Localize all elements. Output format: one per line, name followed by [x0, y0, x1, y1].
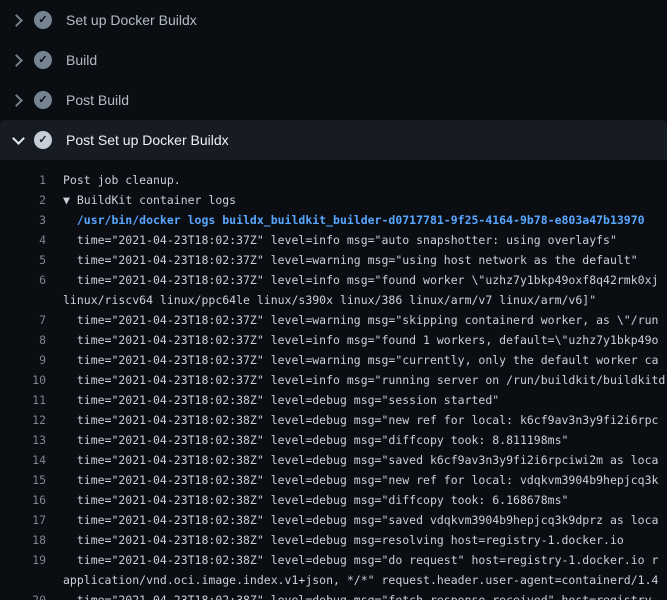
workflow-log-panel: ✓ Set up Docker Buildx ✓ Build ✓ Post Bu…	[0, 0, 667, 600]
log-line-text: time="2021-04-23T18:02:37Z" level=info m…	[46, 370, 665, 390]
log-line: 17 time="2021-04-23T18:02:38Z" level=deb…	[0, 510, 667, 530]
log-line: 9 time="2021-04-23T18:02:37Z" level=warn…	[0, 350, 667, 370]
log-line-text: time="2021-04-23T18:02:37Z" level=warnin…	[46, 350, 658, 370]
log-line-number[interactable]: 19	[0, 550, 46, 570]
log-line-number[interactable]: 15	[0, 470, 46, 490]
log-line-number[interactable]: 5	[0, 250, 46, 270]
log-line: 15 time="2021-04-23T18:02:38Z" level=deb…	[0, 470, 667, 490]
check-circle-icon: ✓	[34, 11, 52, 29]
step-row-post-set-up-docker-buildx[interactable]: ✓ Post Set up Docker Buildx	[0, 120, 667, 160]
log-line-text: time="2021-04-23T18:02:38Z" level=debug …	[46, 430, 568, 450]
log-line-text: time="2021-04-23T18:02:38Z" level=debug …	[46, 590, 658, 600]
log-line: 1 Post job cleanup.	[0, 170, 667, 190]
log-line-text: Post job cleanup.	[46, 170, 181, 190]
log-line: 18 time="2021-04-23T18:02:38Z" level=deb…	[0, 530, 667, 550]
log-line: 10 time="2021-04-23T18:02:37Z" level=inf…	[0, 370, 667, 390]
log-line-text: time="2021-04-23T18:02:37Z" level=info m…	[46, 230, 617, 250]
log-line: 2 ▼ BuildKit container logs	[0, 190, 667, 210]
log-line-number[interactable]: 14	[0, 450, 46, 470]
log-line: 11 time="2021-04-23T18:02:38Z" level=deb…	[0, 390, 667, 410]
caret-down-icon[interactable]: ▼	[63, 193, 70, 207]
log-line-number[interactable]: 9	[0, 350, 46, 370]
chevron-down-icon[interactable]	[10, 132, 26, 148]
log-line-text: time="2021-04-23T18:02:38Z" level=debug …	[46, 450, 658, 470]
log-line: 4 time="2021-04-23T18:02:37Z" level=info…	[0, 230, 667, 250]
step-label: Post Build	[66, 92, 129, 108]
step-row-build[interactable]: ✓ Build	[0, 40, 667, 80]
log-line-number[interactable]: 4	[0, 230, 46, 250]
log-group-header[interactable]: ▼ BuildKit container logs	[46, 190, 236, 210]
log-line: 20 time="2021-04-23T18:02:38Z" level=deb…	[0, 590, 667, 600]
chevron-right-icon[interactable]	[10, 12, 26, 28]
log-line: 19 time="2021-04-23T18:02:38Z" level=deb…	[0, 550, 667, 590]
log-line: 12 time="2021-04-23T18:02:38Z" level=deb…	[0, 410, 667, 430]
log-line: 6 time="2021-04-23T18:02:37Z" level=info…	[0, 270, 667, 310]
log-line-number[interactable]: 8	[0, 330, 46, 350]
log-line-number[interactable]: 12	[0, 410, 46, 430]
log-line: 8 time="2021-04-23T18:02:37Z" level=info…	[0, 330, 667, 350]
chevron-right-icon[interactable]	[10, 52, 26, 68]
log-line: 16 time="2021-04-23T18:02:38Z" level=deb…	[0, 490, 667, 510]
log-line-number[interactable]: 3	[0, 210, 46, 230]
log-line-text: time="2021-04-23T18:02:37Z" level=warnin…	[46, 310, 658, 330]
step-label: Build	[66, 52, 97, 68]
log-line-number[interactable]: 1	[0, 170, 46, 190]
step-label: Set up Docker Buildx	[66, 12, 197, 28]
log-line-number[interactable]: 16	[0, 490, 46, 510]
log-line-number[interactable]: 6	[0, 270, 46, 290]
step-row-set-up-docker-buildx[interactable]: ✓ Set up Docker Buildx	[0, 0, 667, 40]
log-line-text: time="2021-04-23T18:02:38Z" level=debug …	[46, 410, 658, 430]
log-line-text: time="2021-04-23T18:02:38Z" level=debug …	[46, 390, 499, 410]
steps-list: ✓ Set up Docker Buildx ✓ Build ✓ Post Bu…	[0, 0, 667, 160]
log-line: 7 time="2021-04-23T18:02:37Z" level=warn…	[0, 310, 667, 330]
log-line-text: time="2021-04-23T18:02:37Z" level=warnin…	[46, 250, 638, 270]
log-line-text: time="2021-04-23T18:02:38Z" level=debug …	[46, 530, 624, 550]
log-line-number[interactable]: 7	[0, 310, 46, 330]
log-line: 3 /usr/bin/docker logs buildx_buildkit_b…	[0, 210, 667, 230]
log-line: 14 time="2021-04-23T18:02:38Z" level=deb…	[0, 450, 667, 470]
log-line-text: time="2021-04-23T18:02:38Z" level=debug …	[46, 490, 568, 510]
log-line-number[interactable]: 13	[0, 430, 46, 450]
log-line: 5 time="2021-04-23T18:02:37Z" level=warn…	[0, 250, 667, 270]
log-line-number[interactable]: 11	[0, 390, 46, 410]
log-line-number[interactable]: 10	[0, 370, 46, 390]
log-line-text: time="2021-04-23T18:02:37Z" level=info m…	[46, 330, 658, 350]
step-row-post-build[interactable]: ✓ Post Build	[0, 80, 667, 120]
log-command-text: /usr/bin/docker logs buildx_buildkit_bui…	[46, 210, 645, 230]
check-circle-icon: ✓	[34, 51, 52, 69]
check-circle-icon: ✓	[34, 91, 52, 109]
chevron-right-icon[interactable]	[10, 92, 26, 108]
log-line-text: time="2021-04-23T18:02:38Z" level=debug …	[46, 470, 658, 490]
log-line-number[interactable]: 18	[0, 530, 46, 550]
log-line-number[interactable]: 17	[0, 510, 46, 530]
log-line: 13 time="2021-04-23T18:02:38Z" level=deb…	[0, 430, 667, 450]
step-label: Post Set up Docker Buildx	[66, 132, 229, 148]
log-viewer: 1 Post job cleanup. 2 ▼ BuildKit contain…	[0, 160, 667, 600]
log-line-text: time="2021-04-23T18:02:38Z" level=debug …	[46, 510, 658, 530]
check-circle-icon: ✓	[34, 131, 52, 149]
log-line-number[interactable]: 2	[0, 190, 46, 210]
log-line-number[interactable]: 20	[0, 590, 46, 600]
log-line-text: time="2021-04-23T18:02:37Z" level=info m…	[46, 270, 658, 310]
log-line-text: time="2021-04-23T18:02:38Z" level=debug …	[46, 550, 658, 590]
